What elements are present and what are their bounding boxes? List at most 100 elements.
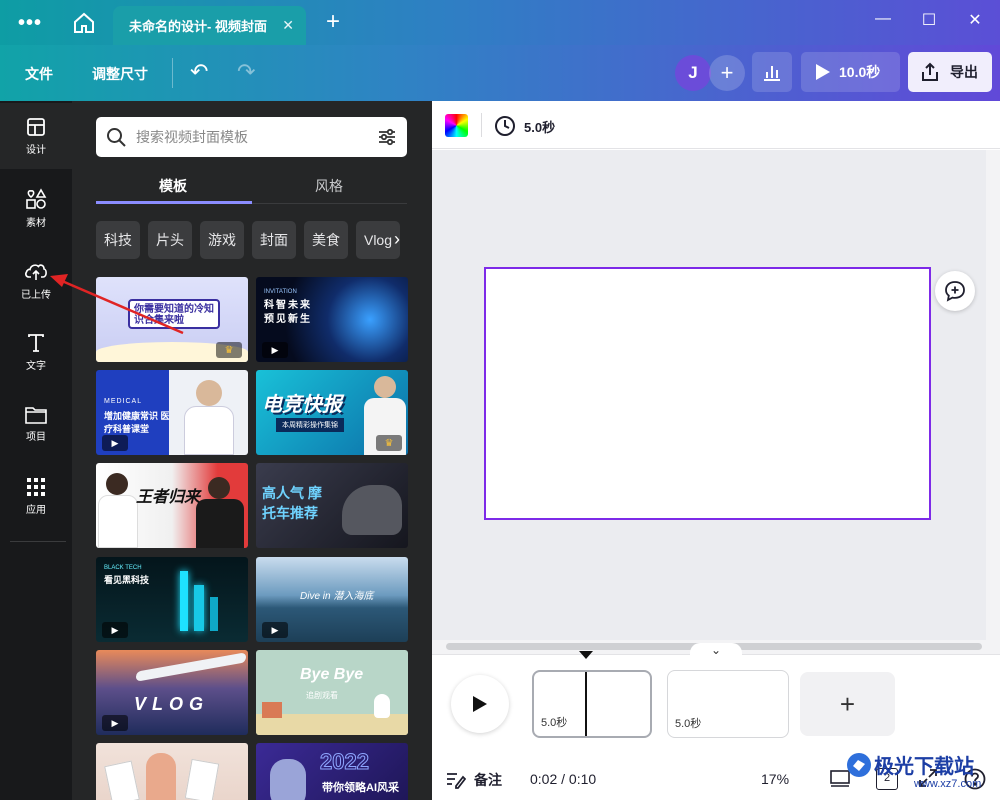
rail-label: 设计 (26, 144, 46, 156)
thumb-subtitle: MEDICAL (104, 398, 143, 405)
play-preview-button[interactable]: 10.0秒 (801, 52, 900, 92)
rail-item-design[interactable]: 设计 (0, 103, 72, 169)
rail-label: 项目 (26, 431, 46, 443)
photo-card (104, 760, 140, 800)
timeline-clip[interactable]: 5.0秒 (532, 670, 652, 738)
person-head (106, 473, 128, 495)
export-label: 导出 (950, 64, 978, 80)
thumb-subtitle: BLACK TECH (104, 565, 142, 571)
thumb-title: Bye Bye (300, 666, 364, 683)
video-play-icon: ▶ (102, 715, 128, 731)
video-play-icon: ▶ (102, 435, 128, 451)
thumb-title: 增加健康常识 医疗科普课堂 (104, 411, 170, 434)
tab-styles[interactable]: 风格 (315, 176, 343, 196)
export-button[interactable]: 导出 (908, 52, 992, 92)
thumb-title: 看见黑科技 (104, 575, 150, 585)
folder-icon (25, 406, 47, 424)
template-thumbnail[interactable]: 电竞快报 本周精彩操作集锦 ♛ (256, 370, 408, 455)
add-page-button[interactable]: + (800, 672, 895, 736)
minimize-icon[interactable]: — (868, 10, 898, 28)
watermark-icon (847, 753, 871, 777)
file-menu[interactable]: 文件 (25, 64, 53, 84)
add-member-button[interactable]: + (709, 55, 745, 91)
motorcycle-shape (342, 485, 402, 535)
photo-card (184, 758, 220, 800)
undo-icon[interactable]: ↶ (190, 59, 208, 85)
chevron-down-icon[interactable]: ⌄ (690, 643, 742, 661)
search-input[interactable] (136, 129, 366, 145)
tower-shape (180, 571, 188, 631)
chip-cover[interactable]: 封面 (252, 221, 296, 259)
rail-item-apps[interactable]: 应用 (0, 463, 72, 529)
window-close-icon[interactable]: ✕ (960, 10, 990, 30)
chip-tech[interactable]: 科技 (96, 221, 140, 259)
template-thumbnail[interactable] (96, 743, 248, 800)
thumb-title: 电竞快报 (262, 394, 342, 416)
add-comment-button[interactable] (935, 271, 975, 311)
rail-item-text[interactable]: 文字 (0, 319, 72, 385)
redo-icon[interactable]: ↷ (237, 59, 255, 85)
timeline-clip[interactable]: 5.0秒 (667, 670, 789, 738)
zoom-level[interactable]: 17% (761, 771, 789, 787)
template-thumbnail[interactable]: Dive in 潜入海底 ▶ (256, 557, 408, 642)
rail-label: 文字 (26, 360, 46, 372)
rail-label: 素材 (26, 217, 46, 229)
insights-button[interactable] (752, 52, 792, 92)
house-shape (262, 702, 282, 718)
rail-item-elements[interactable]: 素材 (0, 175, 72, 241)
filter-sliders-icon[interactable] (377, 127, 397, 147)
astronaut-shape (270, 759, 306, 800)
video-play-icon: ▶ (262, 622, 288, 638)
avatar[interactable]: J (675, 55, 711, 91)
active-tab-indicator (96, 201, 252, 204)
time-readout: 0:02 / 0:10 (530, 771, 597, 787)
template-thumbnail[interactable]: MEDICAL 增加健康常识 医疗科普课堂 ▶ (96, 370, 248, 455)
resize-menu[interactable]: 调整尺寸 (92, 64, 148, 84)
rail-item-uploads[interactable]: 已上传 (0, 247, 72, 313)
play-duration: 10.0秒 (839, 64, 881, 80)
plane-wing (136, 652, 246, 682)
elements-icon (26, 187, 47, 209)
person-head (208, 477, 230, 499)
crown-icon: ♛ (376, 435, 402, 451)
color-picker-icon[interactable] (445, 114, 468, 137)
template-thumbnail[interactable]: 高人气 摩托车推荐 (256, 463, 408, 548)
new-tab-button[interactable]: + (326, 8, 340, 36)
thumb-title: Dive in 潜入海底 (300, 591, 374, 602)
template-thumbnail[interactable]: 2022 带你领略AI风采 (256, 743, 408, 800)
vertical-scrollbar[interactable] (986, 150, 1000, 640)
playhead[interactable] (585, 672, 587, 736)
template-thumbnail[interactable]: INVITATION 科智未来 预见新生 ▶ (256, 277, 408, 362)
maximize-icon[interactable]: ☐ (914, 10, 944, 30)
chip-food[interactable]: 美食 (304, 221, 348, 259)
tab-templates[interactable]: 模板 (159, 176, 187, 196)
home-icon[interactable] (72, 11, 96, 35)
tab-current-design[interactable]: 未命名的设计- 视频封面 ✕ (113, 6, 306, 45)
chevron-right-icon[interactable]: › (394, 229, 400, 250)
timeline-play-button[interactable] (451, 675, 509, 733)
template-thumbnail[interactable]: 你需要知道的冷知识合集来啦 ♛ (96, 277, 248, 362)
chip-game[interactable]: 游戏 (200, 221, 244, 259)
notes-button[interactable]: 备注 (446, 770, 502, 790)
template-thumbnail[interactable]: 王者归来 (96, 463, 248, 548)
chip-intro[interactable]: 片头 (148, 221, 192, 259)
more-menu-icon[interactable]: ••• (18, 12, 42, 35)
thumb-subtitle: INVITATION (264, 289, 297, 295)
close-tab-icon[interactable]: ✕ (282, 17, 294, 34)
playhead-marker[interactable] (579, 651, 593, 659)
bar-divider (481, 113, 482, 137)
tower-shape (210, 597, 218, 631)
rail-item-projects[interactable]: 项目 (0, 391, 72, 457)
template-thumbnail[interactable]: VLOG ▶ (96, 650, 248, 735)
rabbit-shape (374, 694, 390, 718)
person-body (98, 495, 138, 548)
person-head (374, 376, 396, 398)
template-thumbnail[interactable]: BLACK TECH 看见黑科技 ▶ (96, 557, 248, 642)
design-page[interactable] (484, 267, 931, 520)
template-thumbnail[interactable]: Bye Bye 追剧观看 (256, 650, 408, 735)
text-icon (28, 333, 44, 352)
duration-control[interactable]: 5.0秒 (494, 115, 555, 137)
tab-title: 未命名的设计- 视频封面 (129, 19, 267, 34)
thumb-title: VLOG (134, 694, 210, 714)
thumb-title: 你需要知道的冷知识合集来啦 (134, 304, 214, 326)
